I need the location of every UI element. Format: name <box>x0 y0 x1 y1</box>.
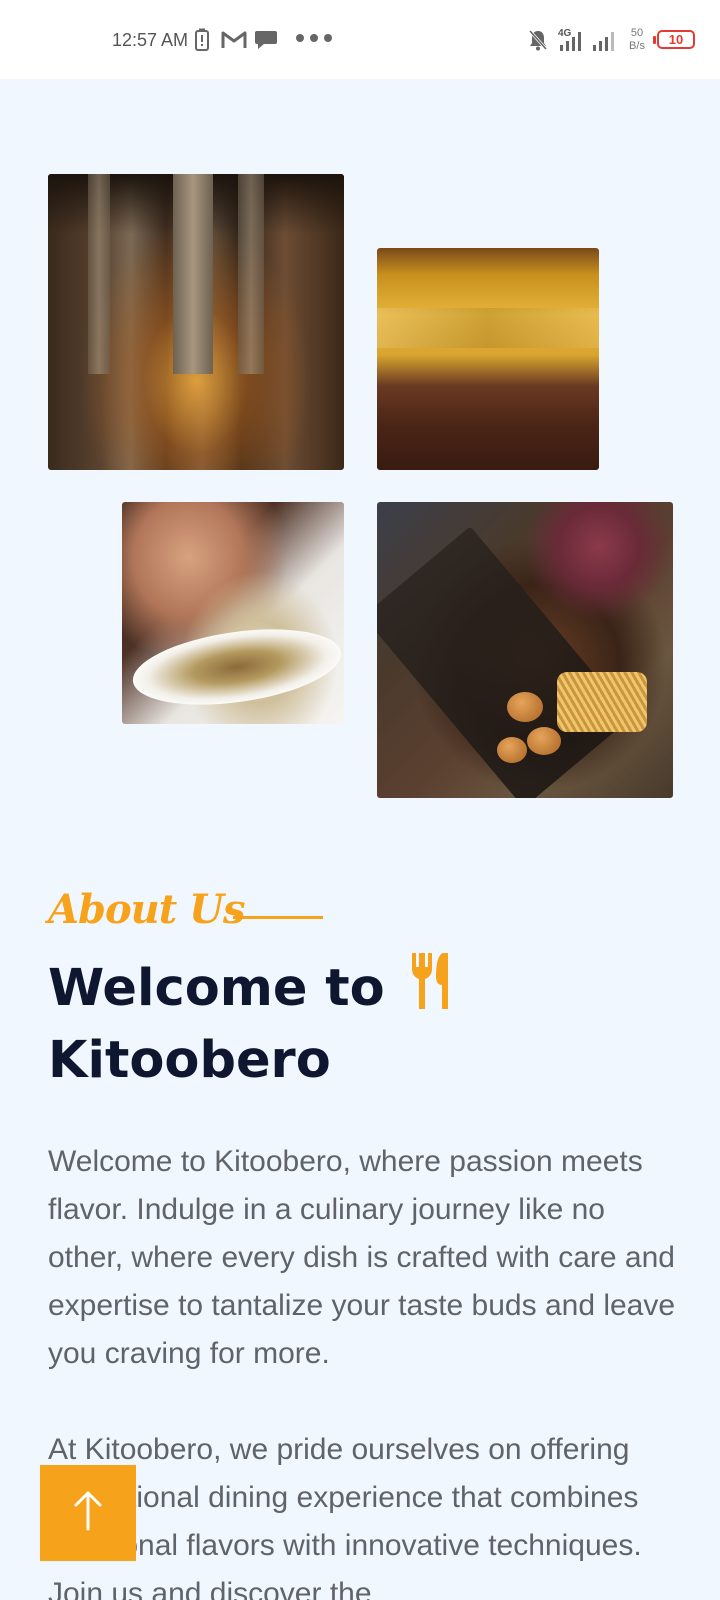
network-type-label: 4G <box>558 28 572 39</box>
status-time: 12:57 AM <box>112 30 189 50</box>
signal-bars-icon <box>592 26 618 54</box>
chat-bubble-icon <box>254 26 278 54</box>
restaurant-interior-dark-image <box>48 174 344 470</box>
gmail-icon <box>221 26 247 54</box>
about-tag: About Us <box>48 886 246 933</box>
cutlery-icon <box>408 953 458 1027</box>
restaurant-interior-yellow-image <box>377 248 599 470</box>
net-speed: 50 B/s <box>623 27 651 53</box>
status-bar: 12:57 AM 4G 50 B/s 10 <box>0 0 720 79</box>
arrow-up-icon <box>73 1491 103 1536</box>
battery-indicator: 10 <box>653 30 695 49</box>
net-speed-unit: B/s <box>629 40 645 52</box>
salad-dish-image <box>122 502 344 724</box>
about-paragraph-1: Welcome to Kitoobero, where passion meet… <box>48 1145 676 1370</box>
battery-saver-icon <box>194 26 210 54</box>
heading-line2: Kitoobero <box>48 1031 331 1090</box>
more-dots-icon <box>296 34 332 42</box>
net-speed-value: 50 <box>630 27 644 39</box>
about-paragraph-2: At Kitoobero, we pride ourselves on offe… <box>48 1433 642 1600</box>
page-title: Welcome to Kitoobero <box>48 953 648 1095</box>
scroll-to-top-button[interactable] <box>40 1465 136 1561</box>
mute-bell-icon <box>528 26 548 54</box>
signal-4g-icon: 4G <box>558 26 586 54</box>
battery-level: 10 <box>668 32 684 47</box>
about-divider <box>233 916 323 919</box>
heading-line1: Welcome to <box>48 959 385 1018</box>
grill-platter-image <box>377 502 673 798</box>
